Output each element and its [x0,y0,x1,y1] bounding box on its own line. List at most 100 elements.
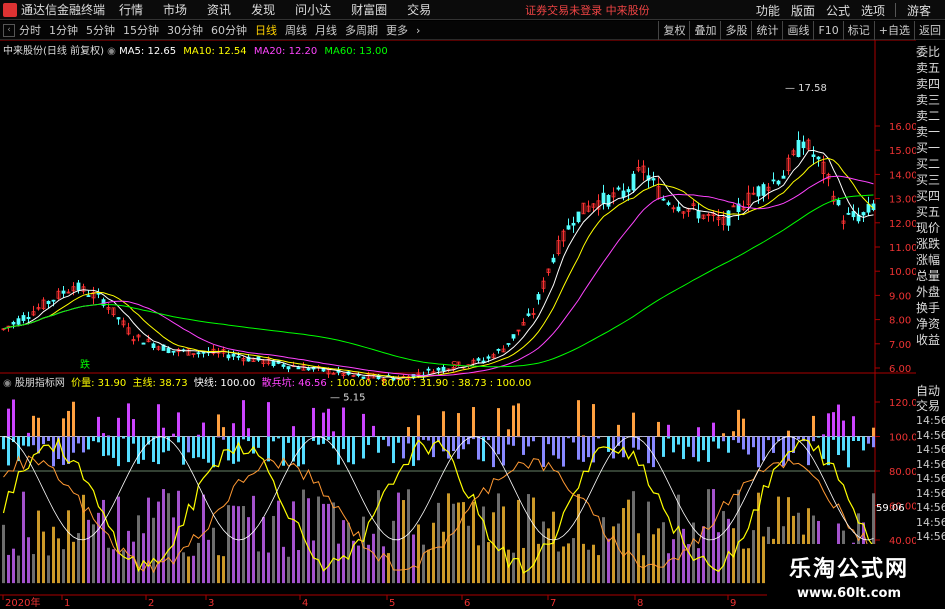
period-multi[interactable]: 多周期 [345,22,378,38]
menu-layout[interactable]: 版面 [791,2,815,19]
indicator-bar-lower [652,534,655,584]
trade-time-1: 14:56 [916,428,945,442]
volume-bar-top [12,399,15,437]
multi-stock-button[interactable]: 多股 [720,21,751,40]
adjust-button[interactable]: 复权 [658,21,689,40]
menu-function[interactable]: 功能 [756,2,780,19]
volume-bar-top [442,411,445,437]
indicator-bar-upper [77,436,80,444]
menu-options[interactable]: 选项 [861,2,885,19]
candle-body [601,192,606,204]
period-30min[interactable]: 30分钟 [167,22,203,38]
indicator-bar-upper [487,436,490,441]
menu-ask[interactable]: 问小达 [295,1,331,18]
back-button[interactable]: 返回 [914,21,945,40]
period-more[interactable]: 更多 [386,22,408,38]
draw-line-button[interactable]: 画线 [782,21,813,40]
volume-bar-top [512,405,515,437]
indicator-bar-lower [272,515,275,584]
price-tick-label: 6.00 [889,364,911,375]
indicator-bar-upper [97,436,100,443]
indicator-bar-lower [32,554,35,584]
indicator-bar-upper [852,436,855,441]
indicator-bar-upper [812,436,815,442]
indicator-bar-lower [417,524,420,584]
period-15min[interactable]: 15分钟 [123,22,159,38]
candle-body [496,349,501,351]
period-weekly[interactable]: 周线 [285,22,307,38]
indicator-bar-lower [722,511,725,584]
indicator-bar-lower [682,528,685,584]
indicator-bar-lower [472,501,475,584]
candle-body [226,354,231,359]
mark-button[interactable]: 标记 [842,21,874,40]
indicator-bar-lower [62,549,65,584]
volume-bar-top [732,431,735,437]
period-1min[interactable]: 1分钟 [49,22,78,38]
indicator-bar-upper [387,436,390,447]
menu-discover[interactable]: 发现 [251,1,275,18]
volume-bar-top [242,400,245,437]
f10-button[interactable]: F10 [813,21,842,40]
indicator-bar-upper [632,436,635,448]
indicator-bar-upper [207,436,210,463]
menu-market[interactable]: 市场 [163,1,187,18]
indicator-bar-lower [522,547,525,584]
indicator-bar-upper [7,436,10,466]
indicator-bar-upper [517,436,520,438]
chevron-left-icon[interactable]: ‹ [3,23,15,37]
indicator-bar-lower [57,538,60,584]
indicator-bar-upper [687,436,690,447]
indicator-bar-upper [342,436,345,450]
volume-bar-top [507,429,510,437]
indicator-bar-lower [207,539,210,584]
indicator-bar-lower [122,550,125,584]
indicator-bar-lower [192,555,195,584]
period-5min[interactable]: 5分钟 [86,22,115,38]
trade-header-0[interactable]: 自动 [916,384,945,399]
indicator-bar-upper [747,436,750,455]
kline-chart[interactable]: 120.00100.0080.0060.0040.0059.06 16.0015… [0,40,916,609]
indicator-bar-lower [697,548,700,584]
indicator-bar-lower [107,547,110,584]
indicator-bar-lower [442,531,445,584]
period-monthly[interactable]: 月线 [315,22,337,38]
menu-news[interactable]: 资讯 [207,1,231,18]
period-daily[interactable]: 日线 [255,22,277,38]
stats-button[interactable]: 统计 [751,21,782,40]
candle-body [606,194,611,207]
user-label[interactable]: 游客 [907,2,931,19]
chevron-right-icon[interactable]: › [416,24,420,37]
indicator-bar-lower [27,537,30,584]
indicator-bar-upper [567,436,570,439]
indicator-bar-lower [752,530,755,584]
indicator-bar-lower [162,489,165,584]
menu-quotes[interactable]: 行情 [119,1,143,18]
trade-time-6: 14:56 [916,501,945,514]
indicator-bar-upper [382,436,385,440]
indicator-bar-upper [92,436,95,442]
volume-bar-top [232,423,235,437]
indicator-bar-lower [127,530,130,584]
trade-header-1[interactable]: 交易 [916,399,945,414]
indicator-bar-lower [382,546,385,584]
overlay-button[interactable]: 叠加 [689,21,720,40]
indicator-bar-lower [212,527,215,584]
period-60min[interactable]: 60分钟 [211,22,247,38]
indicator-bar-lower [662,522,665,584]
candle-body [436,367,441,371]
indicator-bar-upper [702,436,705,451]
indicator-bar-upper [652,436,655,468]
price-tick-label: 10.00 [889,267,916,278]
indicator-bar-lower [607,538,610,584]
indicator-bar-upper [372,436,375,438]
menu-trade[interactable]: 交易 [407,1,431,18]
menu-formula[interactable]: 公式 [826,2,850,19]
add-watchlist-button[interactable]: +自选 [873,21,914,40]
menu-wealth[interactable]: 财富圈 [351,1,387,18]
period-timeshare[interactable]: 分时 [19,22,41,38]
indicator-bar-lower [707,489,710,584]
volume-bar-top [217,414,220,437]
indicator-bar-upper [527,436,530,447]
volume-bar-top [67,410,70,437]
